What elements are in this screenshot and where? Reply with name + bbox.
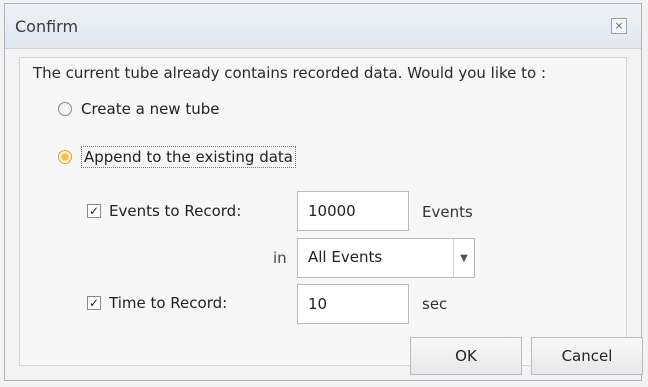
close-icon[interactable]: × — [611, 18, 627, 34]
time-to-record-label: Time to Record: — [109, 294, 228, 312]
dialog-body: The current tube already contains record… — [19, 57, 643, 375]
create-new-tube-label: Create a new tube — [81, 100, 220, 118]
time-to-record-checkbox[interactable]: ✓ — [87, 296, 101, 310]
append-existing-data-option[interactable]: Append to the existing data — [58, 146, 296, 168]
dialog-title: Confirm — [15, 17, 79, 36]
create-new-tube-option[interactable]: Create a new tube — [58, 100, 219, 118]
cancel-button[interactable]: Cancel — [531, 337, 643, 375]
events-to-record-label: Events to Record: — [109, 202, 242, 220]
event-filter-select[interactable]: All Events ▼ — [297, 238, 475, 278]
title-bar: Confirm × — [5, 4, 641, 49]
ok-button[interactable]: OK — [410, 337, 522, 375]
time-value-input[interactable]: 10 — [297, 284, 409, 324]
event-filter-value: All Events — [308, 248, 383, 266]
append-existing-data-label: Append to the existing data — [81, 146, 296, 168]
append-existing-data-radio[interactable] — [58, 150, 72, 164]
events-to-record-row[interactable]: ✓ Events to Record: — [87, 202, 241, 220]
events-to-record-checkbox[interactable]: ✓ — [87, 204, 101, 218]
events-unit-label: Events — [422, 203, 473, 221]
prompt-text: The current tube already contains record… — [33, 64, 547, 82]
time-unit-label: sec — [422, 295, 448, 313]
events-count-input[interactable]: 10000 — [297, 191, 409, 231]
create-new-tube-radio[interactable] — [58, 102, 72, 116]
chevron-down-icon[interactable]: ▼ — [453, 239, 474, 277]
in-label: in — [273, 249, 287, 267]
confirm-dialog: Confirm × The current tube already conta… — [4, 3, 643, 381]
time-to-record-row[interactable]: ✓ Time to Record: — [87, 294, 227, 312]
